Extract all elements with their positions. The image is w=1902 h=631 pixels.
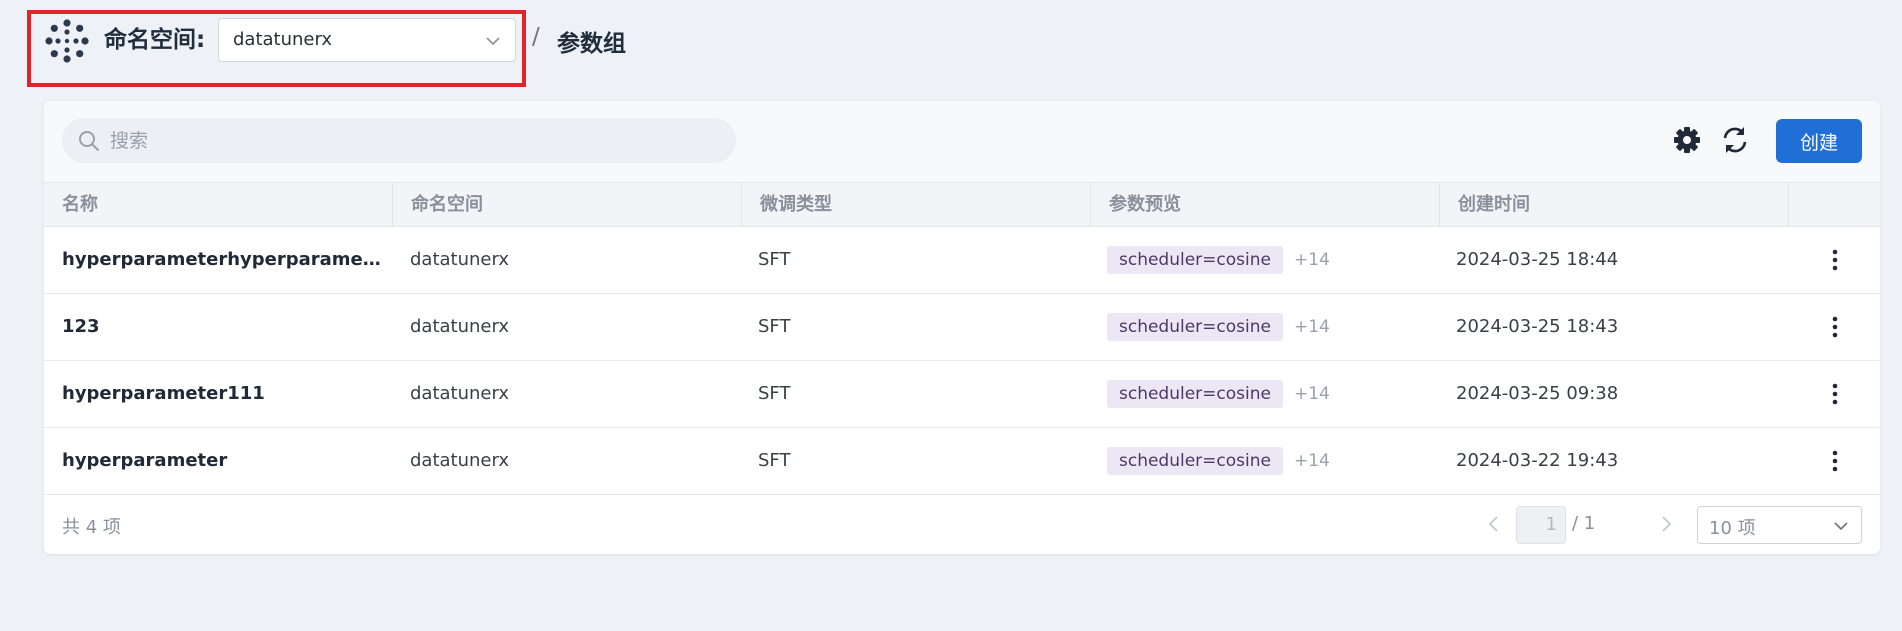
namespace-select-value: datatunerx — [233, 29, 333, 50]
page-header: 命名空间: datatunerx / 参数组 — [0, 0, 1902, 90]
row-name[interactable]: 123 — [62, 294, 384, 360]
row-name[interactable]: hyperparameter111 — [62, 361, 384, 427]
pagination-bar: 共 4 项 1 / 1 10 项 — [44, 496, 1880, 554]
create-button[interactable]: 创建 — [1776, 119, 1862, 163]
table-row[interactable]: hyperparameter111 datatunerx SFT schedul… — [44, 361, 1880, 428]
chevron-right-icon[interactable] — [1656, 514, 1676, 534]
table-row[interactable]: 123 datatunerx SFT scheduler=cosine +14 … — [44, 294, 1880, 361]
search-icon — [79, 131, 99, 151]
toolbar: 创建 — [44, 101, 1880, 182]
row-namespace: datatunerx — [410, 249, 510, 270]
column-header-params[interactable]: 参数预览 — [1091, 183, 1440, 227]
row-namespace: datatunerx — [410, 383, 510, 404]
table-header: 名称 命名空间 微调类型 参数预览 创建时间 — [44, 182, 1880, 227]
param-more-count[interactable]: +14 — [1294, 428, 1330, 494]
column-header-created[interactable]: 创建时间 — [1440, 183, 1789, 227]
param-more-count[interactable]: +14 — [1294, 294, 1330, 360]
more-vert-icon[interactable] — [1823, 247, 1847, 273]
chevron-down-icon — [1834, 522, 1848, 531]
more-vert-icon[interactable] — [1823, 381, 1847, 407]
page-size-value: 10 项 — [1709, 518, 1756, 539]
chevron-left-icon[interactable] — [1484, 514, 1504, 534]
row-namespace: datatunerx — [410, 316, 510, 337]
more-vert-icon[interactable] — [1823, 448, 1847, 474]
page-size-select[interactable]: 10 项 — [1697, 506, 1862, 544]
row-name[interactable]: hyperparameterhyperparameterh... — [62, 227, 384, 293]
breadcrumb-current: 参数组 — [557, 31, 626, 57]
column-header-actions — [1789, 183, 1880, 227]
row-type: SFT — [758, 316, 791, 337]
table-row[interactable]: hyperparameter datatunerx SFT scheduler=… — [44, 428, 1880, 495]
column-header-name[interactable]: 名称 — [44, 183, 393, 227]
column-header-type[interactable]: 微调类型 — [742, 183, 1091, 227]
param-tag: scheduler=cosine — [1107, 380, 1283, 408]
search-box[interactable] — [62, 118, 736, 163]
more-vert-icon[interactable] — [1823, 314, 1847, 340]
refresh-icon[interactable] — [1720, 125, 1750, 155]
param-more-count[interactable]: +14 — [1294, 227, 1330, 293]
content-card: 创建 名称 命名空间 微调类型 参数预览 创建时间 hyperparameter… — [44, 101, 1880, 554]
row-created: 2024-03-25 18:43 — [1456, 316, 1619, 337]
param-tag: scheduler=cosine — [1107, 313, 1283, 341]
namespace-select[interactable]: datatunerx — [218, 18, 516, 62]
gear-icon[interactable] — [1672, 125, 1702, 155]
row-type: SFT — [758, 450, 791, 471]
table-row[interactable]: hyperparameterhyperparameterh... datatun… — [44, 227, 1880, 294]
row-name[interactable]: hyperparameter — [62, 428, 384, 494]
breadcrumb-separator: / — [532, 24, 540, 50]
total-count: 共 4 项 — [62, 517, 121, 538]
row-created: 2024-03-25 18:44 — [1456, 249, 1619, 270]
page-total: / 1 — [1572, 513, 1596, 534]
row-namespace: datatunerx — [410, 450, 510, 471]
row-created: 2024-03-25 09:38 — [1456, 383, 1619, 404]
page-input[interactable]: 1 — [1516, 506, 1566, 544]
search-input[interactable] — [108, 125, 712, 157]
param-more-count[interactable]: +14 — [1294, 361, 1330, 427]
param-tag: scheduler=cosine — [1107, 447, 1283, 475]
namespace-label: 命名空间: — [104, 27, 206, 53]
row-type: SFT — [758, 383, 791, 404]
logo-icon — [45, 19, 89, 63]
row-created: 2024-03-22 19:43 — [1456, 450, 1619, 471]
chevron-down-icon — [486, 37, 500, 46]
row-type: SFT — [758, 249, 791, 270]
column-header-namespace[interactable]: 命名空间 — [393, 183, 742, 227]
param-tag: scheduler=cosine — [1107, 246, 1283, 274]
